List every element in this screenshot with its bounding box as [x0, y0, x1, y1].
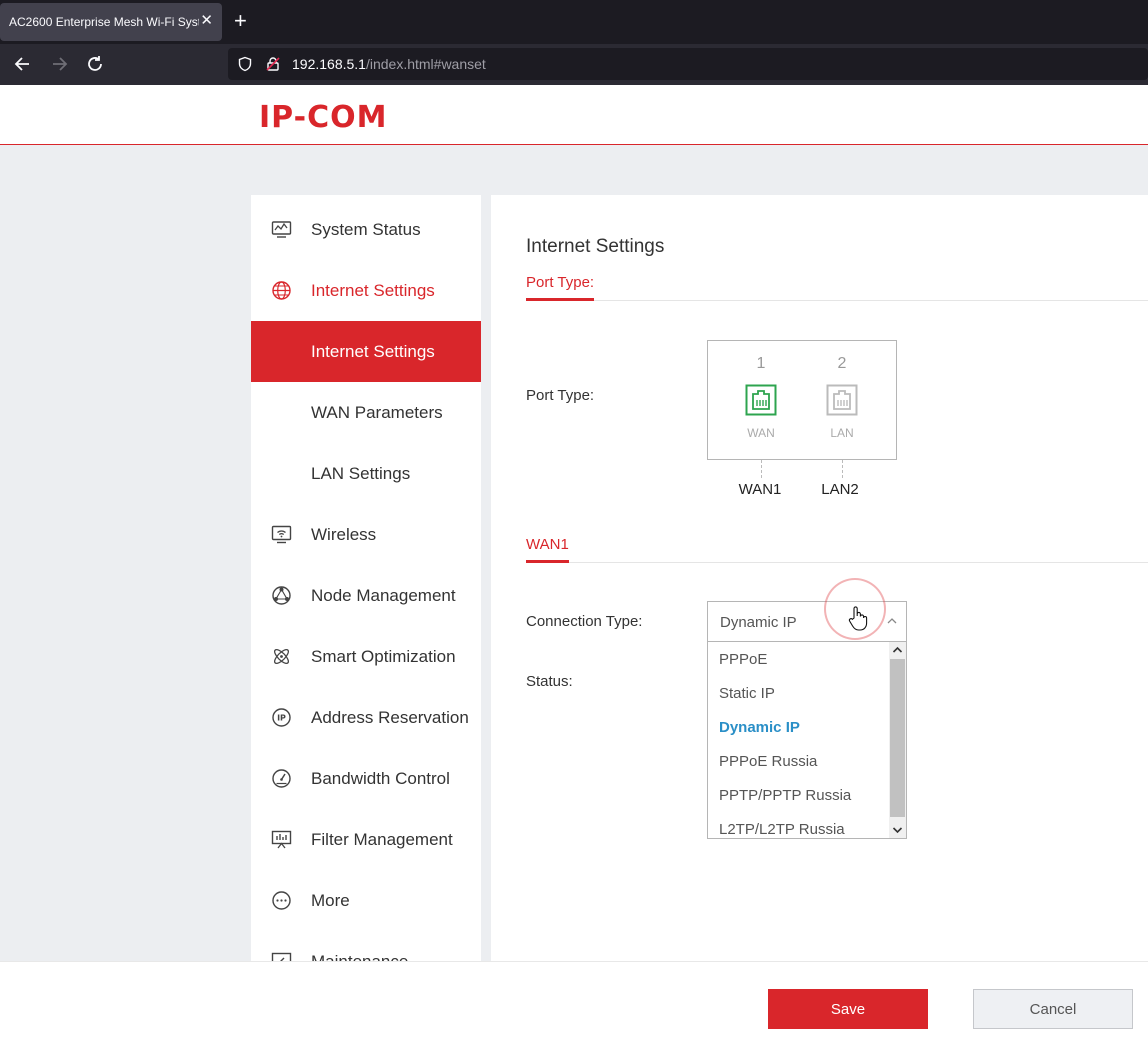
- port-connector-line: [842, 460, 843, 478]
- sidebar-item-node-management[interactable]: Node Management: [251, 565, 481, 626]
- port-diagram: 1 WAN 2 LAN: [707, 340, 897, 460]
- section-title: Port Type:: [526, 274, 595, 301]
- close-tab-icon[interactable]: ✕: [200, 13, 213, 29]
- monitor-chart-icon: [271, 221, 292, 238]
- sidebar-item-label: Internet Settings: [311, 280, 435, 300]
- sidebar-item-label: More: [311, 890, 350, 910]
- url-path: /index.html#wanset: [365, 56, 486, 72]
- wrench-icon: [271, 952, 292, 961]
- app-header: IP-COM: [0, 85, 1148, 145]
- sidebar-item-address-reservation[interactable]: IP Address Reservation: [251, 687, 481, 748]
- cancel-button[interactable]: Cancel: [973, 989, 1133, 1029]
- atom-icon: [273, 648, 290, 665]
- sidebar-item-system-status[interactable]: System Status: [251, 199, 481, 260]
- port-name-wan1: WAN1: [738, 481, 782, 498]
- sidebar-item-label: Node Management: [311, 585, 456, 605]
- sidebar-item-internet-settings[interactable]: Internet Settings: [251, 260, 481, 321]
- sidebar-item-label: System Status: [311, 219, 421, 239]
- page-title: Internet Settings: [526, 236, 665, 257]
- node-network-icon: [272, 586, 291, 605]
- url-host: 192.168.5.1: [292, 56, 366, 72]
- port-2[interactable]: 2 LAN: [822, 355, 862, 440]
- sidebar-subitem-internet-settings[interactable]: Internet Settings: [251, 321, 481, 382]
- status-label: Status:: [526, 673, 573, 690]
- option-pppoe-russia[interactable]: PPPoE Russia: [719, 753, 817, 770]
- main-content: Internet Settings Port Type: Port Type: …: [491, 195, 1148, 961]
- sidebar-subitem-wan-parameters[interactable]: WAN Parameters: [251, 382, 481, 443]
- port-type-section-header: Port Type:: [526, 274, 1148, 301]
- scroll-down-icon[interactable]: [890, 822, 905, 838]
- ip-icon: IP: [272, 708, 291, 727]
- scrollbar-thumb[interactable]: [890, 659, 905, 817]
- new-tab-icon[interactable]: +: [234, 9, 247, 33]
- sidebar-menu: System Status Internet Settings Internet…: [251, 195, 481, 961]
- port-number: 1: [756, 355, 766, 372]
- svg-text:IP-COM: IP-COM: [259, 102, 387, 130]
- port-type-tag: LAN: [830, 426, 854, 440]
- option-l2tp-russia[interactable]: L2TP/L2TP Russia: [719, 821, 845, 838]
- sidebar-item-label: Filter Management: [311, 829, 453, 849]
- wan1-section-header: WAN1: [526, 536, 1148, 563]
- option-static-ip[interactable]: Static IP: [719, 685, 775, 702]
- sidebar-item-label: LAN Settings: [311, 463, 411, 483]
- sidebar-item-wireless[interactable]: Wireless: [251, 504, 481, 565]
- sidebar-item-maintenance[interactable]: Maintenance: [251, 931, 481, 961]
- back-arrow-icon[interactable]: [12, 53, 34, 75]
- sidebar-item-label: Smart Optimization: [311, 646, 456, 666]
- board-icon: [271, 830, 292, 849]
- connection-type-dropdown: PPPoE Static IP Dynamic IP PPPoE Russia …: [707, 641, 907, 839]
- gauge-icon: [272, 769, 291, 788]
- url-bar[interactable]: 192.168.5.1/index.html#wanset: [228, 48, 1148, 80]
- port-type-tag: WAN: [747, 426, 775, 440]
- sidebar-subitem-lan-settings[interactable]: LAN Settings: [251, 443, 481, 504]
- browser-tab[interactable]: AC2600 Enterprise Mesh Wi-Fi System ✕: [0, 3, 222, 41]
- insecure-lock-icon[interactable]: [265, 56, 281, 72]
- more-icon: [272, 891, 291, 910]
- browser-nav-bar: 192.168.5.1/index.html#wanset: [0, 44, 1148, 85]
- section-title: WAN1: [526, 536, 569, 563]
- save-button[interactable]: Save: [768, 989, 928, 1029]
- sidebar-item-label: Internet Settings: [311, 341, 435, 361]
- port-connector-line: [761, 460, 762, 478]
- url-text: 192.168.5.1/index.html#wanset: [292, 56, 486, 72]
- port-number: 2: [837, 355, 847, 372]
- port-1[interactable]: 1 WAN: [741, 355, 781, 440]
- browser-tab-bar: AC2600 Enterprise Mesh Wi-Fi System ✕ +: [0, 0, 1148, 44]
- selected-value: Dynamic IP: [720, 614, 797, 631]
- wifi-monitor-icon: [271, 525, 292, 544]
- connection-type-label: Connection Type:: [526, 613, 643, 630]
- dropdown-scrollbar[interactable]: [889, 642, 906, 838]
- port-type-label: Port Type:: [526, 387, 595, 404]
- action-footer: Save Cancel: [0, 961, 1148, 1049]
- sidebar-item-label: Wireless: [311, 524, 377, 544]
- scroll-up-icon[interactable]: [890, 642, 905, 658]
- hand-cursor-icon: [848, 606, 868, 631]
- option-pppoe[interactable]: PPPoE: [719, 651, 767, 668]
- sidebar-item-label: Bandwidth Control: [311, 768, 450, 788]
- tab-title: AC2600 Enterprise Mesh Wi-Fi System: [9, 15, 199, 29]
- sidebar-item-label: Address Reservation: [311, 707, 469, 727]
- forward-arrow-icon[interactable]: [48, 53, 70, 75]
- chevron-up-icon[interactable]: [886, 615, 898, 627]
- shield-icon[interactable]: [237, 56, 253, 72]
- option-pptp-russia[interactable]: PPTP/PPTP Russia: [719, 787, 851, 804]
- sidebar-item-label: WAN Parameters: [311, 402, 443, 422]
- sidebar-item-smart-optimization[interactable]: Smart Optimization: [251, 626, 481, 687]
- reload-icon[interactable]: [84, 53, 106, 75]
- ethernet-port-lan-icon: [826, 384, 858, 416]
- sidebar-item-bandwidth-control[interactable]: Bandwidth Control: [251, 748, 481, 809]
- port-name-lan2: LAN2: [821, 481, 859, 498]
- svg-text:IP: IP: [277, 714, 286, 723]
- sidebar-item-filter-management[interactable]: Filter Management: [251, 809, 481, 870]
- ethernet-port-wan-icon: [745, 384, 777, 416]
- sidebar-item-label: Maintenance: [311, 951, 409, 962]
- globe-icon: [272, 281, 291, 300]
- sidebar-item-more[interactable]: More: [251, 870, 481, 931]
- ip-com-logo: IP-COM: [259, 102, 387, 130]
- option-dynamic-ip[interactable]: Dynamic IP: [719, 719, 800, 736]
